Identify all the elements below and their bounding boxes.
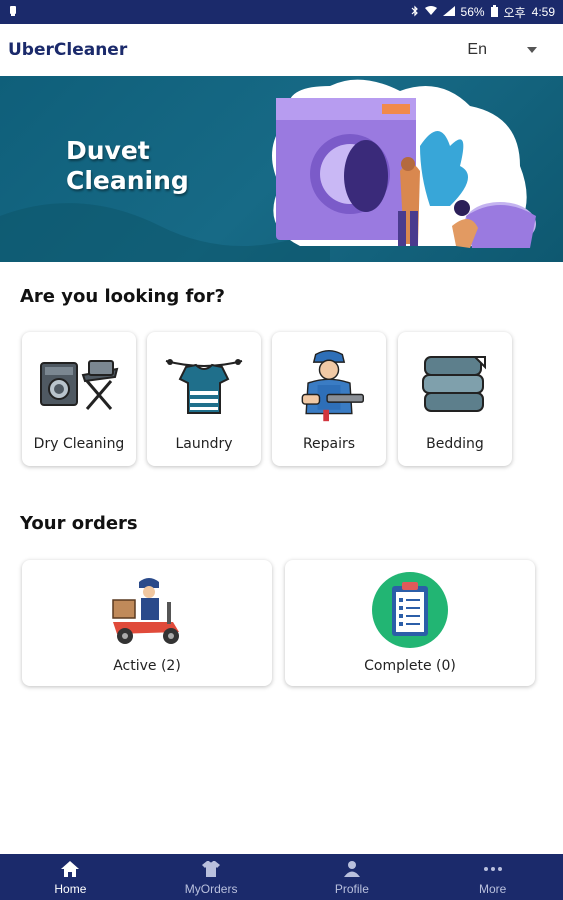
bedding-icon [415,350,495,420]
category-label: Dry Cleaning [33,436,125,452]
nav-more[interactable]: More [422,854,563,900]
category-label: Repairs [302,436,356,452]
bottom-nav: Home MyOrders Profile More [0,854,563,900]
chevron-down-icon [527,47,537,53]
delivery-scooter-icon [107,570,187,650]
orders-complete-card[interactable]: Complete (0) [285,560,535,686]
bluetooth-icon [411,5,419,20]
order-label: Complete (0) [364,658,456,674]
nav-myorders[interactable]: MyOrders [141,854,282,900]
dry-cleaning-icon [39,350,119,420]
category-label: Laundry [175,436,233,452]
nav-label: More [478,882,507,896]
nav-profile[interactable]: Profile [282,854,423,900]
laundry-icon [164,350,244,420]
clipboard-checklist-icon [370,570,450,650]
nav-label: MyOrders [184,882,238,896]
repairs-icon [289,350,369,422]
battery-percent: 56% [460,5,485,19]
more-dots-icon [483,858,503,880]
category-label: Bedding [426,436,484,452]
app-title: UberCleaner [8,40,128,60]
notification-icon [8,5,18,20]
wifi-icon [424,5,437,19]
time-period: 오후 [503,5,526,20]
banner-title: Duvet Cleaning [66,136,189,195]
orders-active-card[interactable]: Active (2) [22,560,272,686]
nav-home[interactable]: Home [0,854,141,900]
category-repairs[interactable]: Repairs [272,332,386,466]
app-bar: UberCleaner En [0,24,563,76]
order-label: Active (2) [113,658,181,674]
signal-icon [442,5,455,19]
home-icon [60,858,80,880]
promo-banner[interactable]: Duvet Cleaning [0,76,563,262]
person-icon [343,858,361,880]
battery-icon [490,4,498,20]
category-bedding[interactable]: Bedding [398,332,512,466]
status-bar: 56% 오후 4:59 [0,0,563,24]
language-selector[interactable]: En [467,41,537,59]
category-dry-cleaning[interactable]: Dry Cleaning [22,332,136,466]
category-laundry[interactable]: Laundry [147,332,261,466]
categories-heading: Are you looking for? [20,286,225,307]
shirt-icon [201,858,221,880]
language-value: En [467,41,487,58]
nav-label: Home [54,882,87,896]
orders-heading: Your orders [20,513,138,534]
nav-label: Profile [334,882,369,896]
clock: 4:59 [531,5,555,19]
